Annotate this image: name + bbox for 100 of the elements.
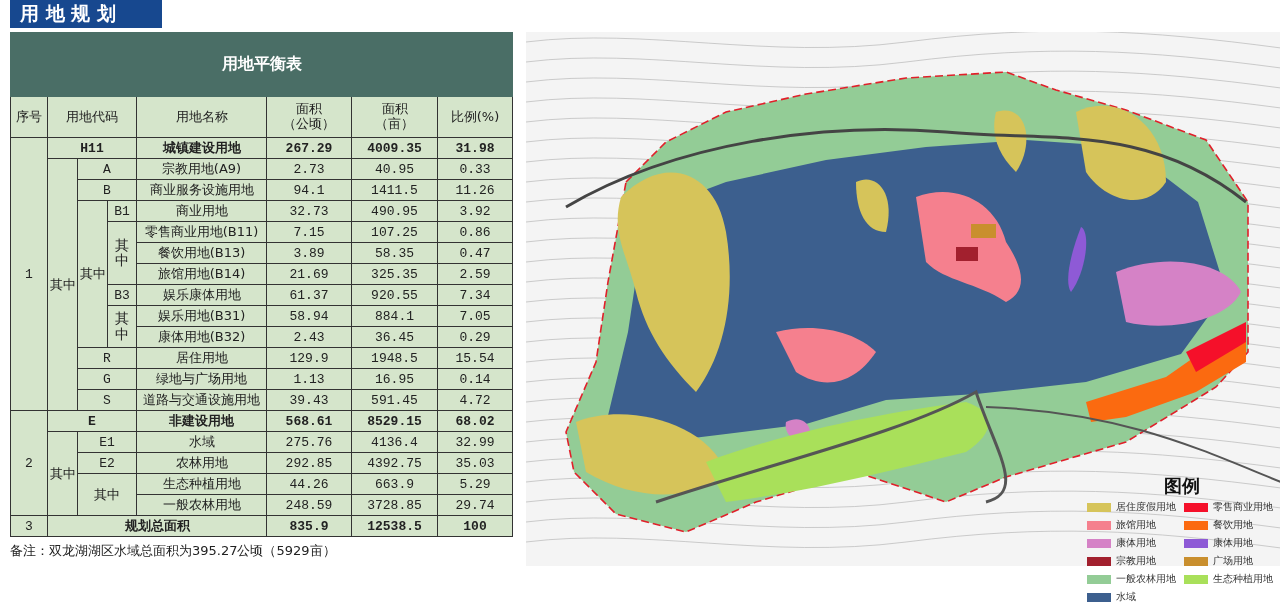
- table-cell: 商业服务设施用地: [136, 179, 267, 201]
- table-cell: 宗教用地(A9): [136, 158, 267, 180]
- table-cell: 一般农林用地: [136, 494, 267, 516]
- table-cell: 1.13: [266, 368, 352, 390]
- table-cell: 325.35: [351, 263, 438, 285]
- table-cell: 275.76: [266, 431, 352, 453]
- table-cell: 水域: [136, 431, 267, 453]
- table-cell: E1: [77, 431, 137, 453]
- table-cell: 292.85: [266, 452, 352, 474]
- table-cell: 0.33: [437, 158, 513, 180]
- table-cell: 44.26: [266, 473, 352, 495]
- table-cell: 21.69: [266, 263, 352, 285]
- table-cell: 12538.5: [351, 515, 438, 537]
- table-cell: 康体用地(B32): [136, 326, 267, 348]
- table-cell: 城镇建设用地: [136, 137, 267, 159]
- legend-label: 水域: [1116, 590, 1136, 604]
- table-cell: 568.61: [266, 410, 352, 432]
- table-cell: 0.14: [437, 368, 513, 390]
- table-cell: 100: [437, 515, 513, 537]
- legend-label: 居住度假用地: [1116, 500, 1176, 514]
- table-cell: 非建设用地: [136, 410, 267, 432]
- table-cell: 农林用地: [136, 452, 267, 474]
- table-cell: 68.02: [437, 410, 513, 432]
- table-cell: 4392.75: [351, 452, 438, 474]
- table-cell: 591.45: [351, 389, 438, 411]
- table-cell: 29.74: [437, 494, 513, 516]
- table-cell: 884.1: [351, 305, 438, 327]
- table-cell: B3: [107, 284, 137, 306]
- table-cell: 32.99: [437, 431, 513, 453]
- table-cell: S: [77, 389, 137, 411]
- table-cell: 2: [10, 410, 48, 516]
- table-cell: 58.94: [266, 305, 352, 327]
- column-header: 用地代码: [65, 109, 119, 125]
- table-cell: 2.73: [266, 158, 352, 180]
- table-cell: 920.55: [351, 284, 438, 306]
- table-cell: E: [47, 410, 137, 432]
- table-cell: 其中: [107, 221, 137, 285]
- table-cell: 3: [10, 515, 48, 537]
- column-header: 面积: [295, 102, 323, 117]
- table-cell: 0.86: [437, 221, 513, 243]
- table-cell: 其中: [47, 431, 78, 516]
- table-cell: 7.34: [437, 284, 513, 306]
- table-cell: 其中: [47, 158, 78, 411]
- table-cell: 餐饮用地(B13): [136, 242, 267, 264]
- table-cell: 129.9: [266, 347, 352, 369]
- table-cell: 2.59: [437, 263, 513, 285]
- table-cell: E2: [77, 452, 137, 474]
- table-cell: 32.73: [266, 200, 352, 222]
- legend-label: 旅馆用地: [1116, 518, 1156, 532]
- table-cell: 规划总面积: [47, 515, 267, 537]
- table-cell: 8529.15: [351, 410, 438, 432]
- table-cell: A: [77, 158, 137, 180]
- legend-label: 康体用地: [1116, 536, 1156, 550]
- table-cell: 107.25: [351, 221, 438, 243]
- table-cell: 94.1: [266, 179, 352, 201]
- legend-label: 广场用地: [1213, 554, 1253, 568]
- table-cell: 39.43: [266, 389, 352, 411]
- column-header: 比例(%): [449, 109, 501, 125]
- legend-label: 生态种植用地: [1213, 572, 1273, 586]
- legend-label: 宗教用地: [1116, 554, 1156, 568]
- legend-label: 餐饮用地: [1213, 518, 1253, 532]
- table-cell: 4.72: [437, 389, 513, 411]
- table-cell: 4136.4: [351, 431, 438, 453]
- table-cell: 3728.85: [351, 494, 438, 516]
- table-cell: 绿地与广场用地: [136, 368, 267, 390]
- table-cell: 0.29: [437, 326, 513, 348]
- table-cell: 4009.35: [351, 137, 438, 159]
- table-cell: 居住用地: [136, 347, 267, 369]
- table-cell: 248.59: [266, 494, 352, 516]
- table-cell: 其中: [77, 200, 108, 348]
- table-cell: 3.89: [266, 242, 352, 264]
- column-unit: （亩）: [374, 117, 415, 132]
- table-cell: 490.95: [351, 200, 438, 222]
- table-cell: 1411.5: [351, 179, 438, 201]
- footnote: 备注：双龙湖湖区水域总面积为395.27公顷（5929亩）: [10, 542, 337, 560]
- table-cell: 835.9: [266, 515, 352, 537]
- legend-label: 一般农林用地: [1116, 572, 1176, 586]
- table-cell: 61.37: [266, 284, 352, 306]
- table-cell: 36.45: [351, 326, 438, 348]
- table-cell: G: [77, 368, 137, 390]
- table-cell: 零售商业用地(B11): [136, 221, 267, 243]
- section-title: 用 地 规 划: [10, 0, 162, 28]
- table-cell: 其中: [107, 305, 137, 348]
- table-cell: 0.47: [437, 242, 513, 264]
- table-title: 用地平衡表: [10, 32, 513, 97]
- table-cell: R: [77, 347, 137, 369]
- table-cell: 其中: [77, 473, 137, 516]
- table-cell: 663.9: [351, 473, 438, 495]
- table-cell: H11: [47, 137, 137, 159]
- legend-label: 康体用地: [1213, 536, 1253, 550]
- table-cell: 1: [10, 137, 48, 411]
- column-unit: （公顷）: [282, 117, 336, 132]
- table-cell: 旅馆用地(B14): [136, 263, 267, 285]
- table-cell: 7.15: [266, 221, 352, 243]
- table-cell: 15.54: [437, 347, 513, 369]
- legend-label: 零售商业用地: [1213, 500, 1273, 514]
- table-cell: 35.03: [437, 452, 513, 474]
- table-cell: 娱乐康体用地: [136, 284, 267, 306]
- table-cell: 40.95: [351, 158, 438, 180]
- table-cell: 娱乐用地(B31): [136, 305, 267, 327]
